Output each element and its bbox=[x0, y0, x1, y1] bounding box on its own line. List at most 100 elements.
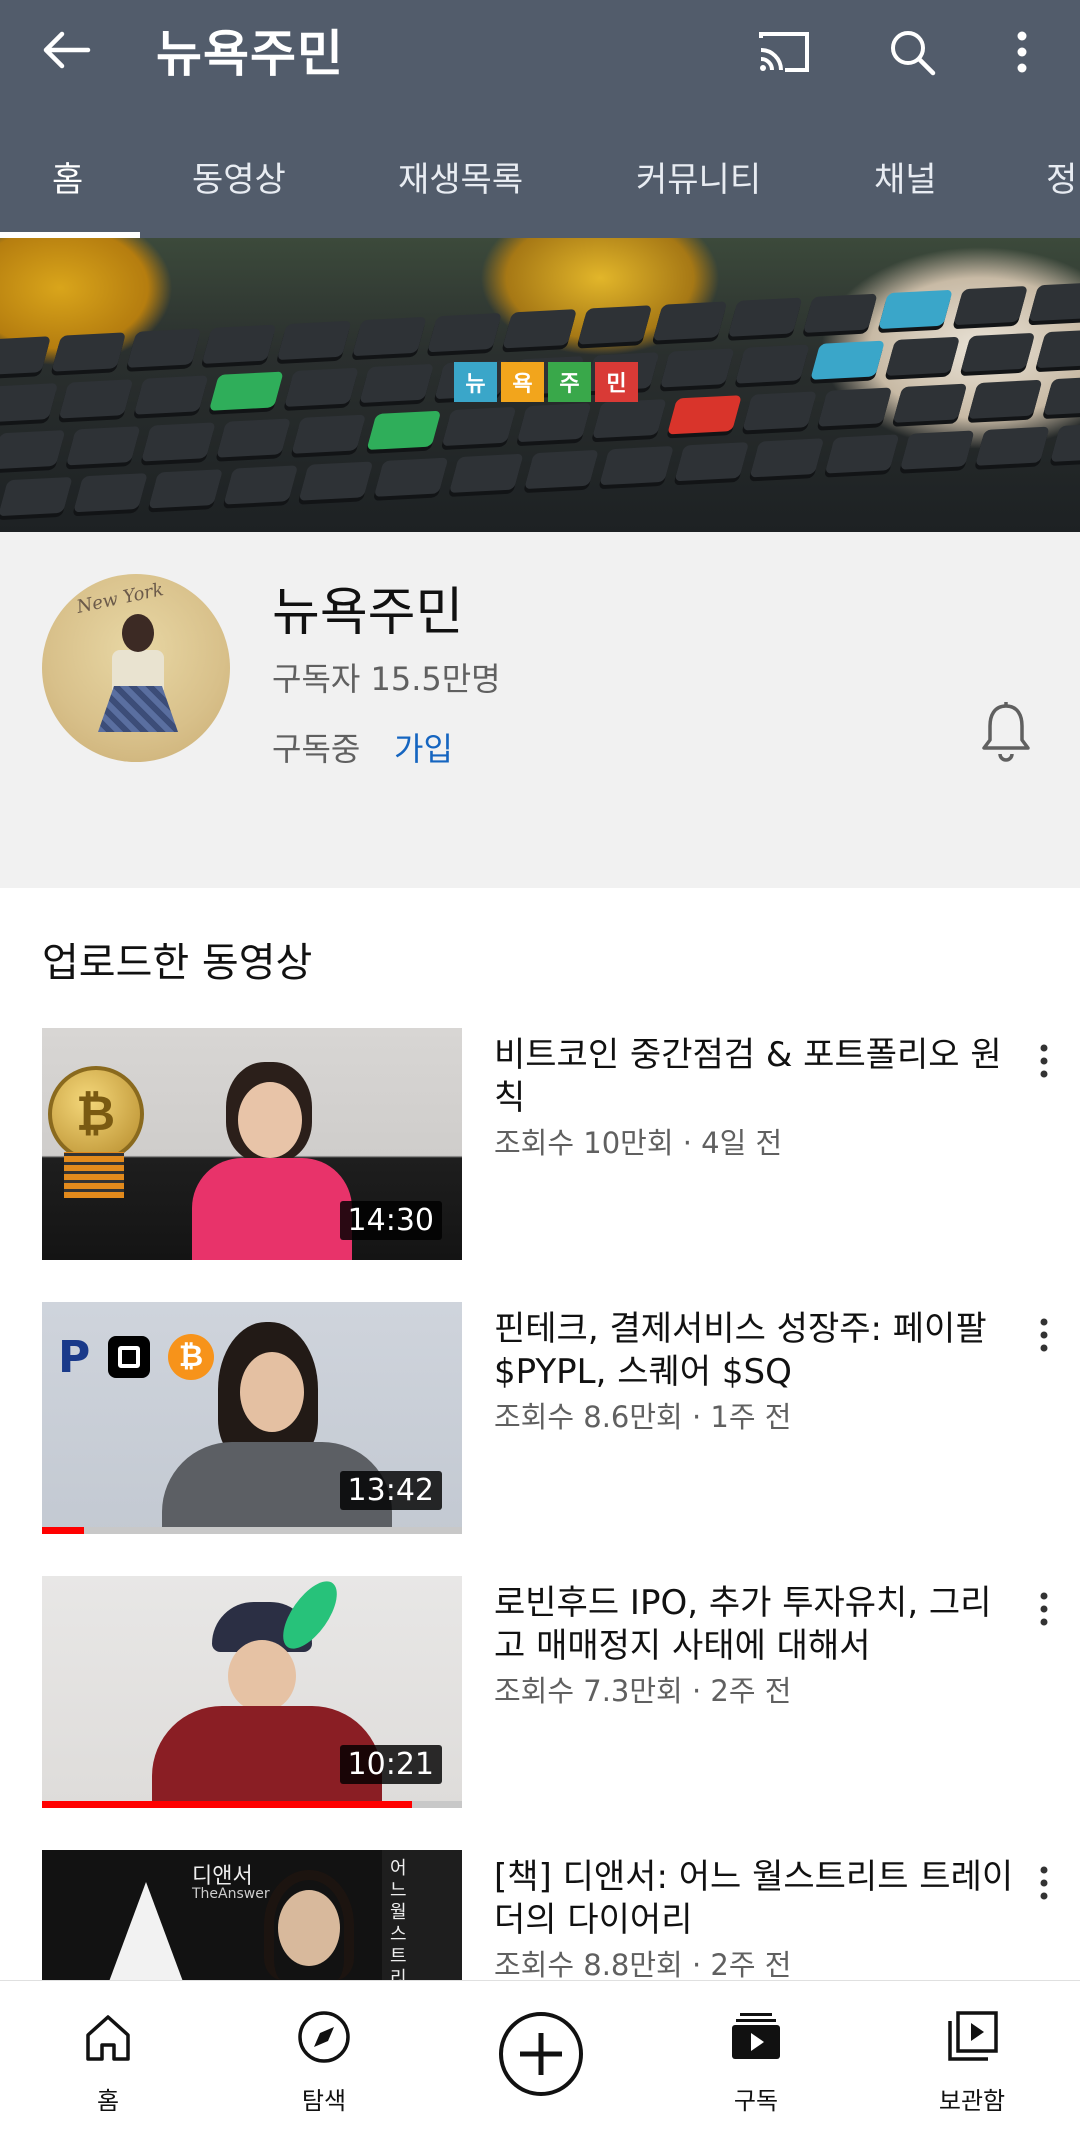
video-more-icon[interactable] bbox=[1024, 1034, 1064, 1088]
join-button[interactable]: 가입 bbox=[394, 724, 453, 770]
watch-progress-bar bbox=[42, 1527, 462, 1534]
bitcoin-logo: ₿ bbox=[168, 1334, 214, 1380]
keyboard-key bbox=[735, 344, 810, 384]
video-title[interactable]: 로빈후드 IPO, 추가 투자유치, 그리고 매매정지 사태에 대해서 bbox=[494, 1582, 1014, 1668]
avatar-figure-head bbox=[122, 614, 154, 652]
keyboard-key bbox=[284, 367, 359, 407]
library-icon bbox=[942, 2007, 1002, 2067]
tab-about[interactable]: 정 bbox=[1046, 152, 1077, 201]
uploads-section-title: 업로드한 동영상 bbox=[42, 940, 313, 986]
video-title[interactable]: 비트코인 중간점검 & 포트폴리오 원칙 bbox=[494, 1034, 1014, 1120]
video-thumbnail[interactable]: 10:21 bbox=[42, 1576, 462, 1808]
avatar[interactable]: New York bbox=[42, 574, 230, 762]
video-more-icon[interactable] bbox=[1024, 1856, 1064, 1910]
subscribed-status-button[interactable]: 구독중 bbox=[272, 724, 360, 770]
nav-create[interactable] bbox=[460, 1997, 620, 2107]
keyboard-key bbox=[201, 324, 277, 364]
video-more-icon[interactable] bbox=[1024, 1582, 1064, 1636]
back-arrow-icon[interactable] bbox=[40, 22, 110, 78]
subscriber-count: 구독자 15.5만명 bbox=[272, 660, 501, 698]
logo-tile: 주 bbox=[548, 362, 591, 402]
nav-label: 홈 bbox=[96, 2087, 120, 2115]
channel-banner: 뉴 욕 주 민 bbox=[0, 238, 1080, 532]
keyboard-key bbox=[659, 348, 735, 388]
explore-icon bbox=[294, 2007, 354, 2067]
video-item[interactable]: P ₿ 13:42 핀테크, 결제서비스 성장주: 페이팔 $PYPL, 스퀘어… bbox=[0, 1302, 1080, 1534]
app-bar: 뉴욕주민 홈 동영상 재생목록 커뮤니티 채널 정 bbox=[0, 0, 1080, 238]
keyboard-key bbox=[824, 434, 900, 474]
keyboard-key bbox=[1035, 328, 1080, 369]
tab-home[interactable]: 홈 bbox=[52, 152, 83, 201]
keyboard-key bbox=[742, 391, 818, 431]
keyboard-key bbox=[351, 316, 427, 357]
keyboard-key bbox=[974, 426, 1050, 466]
keyboard-key bbox=[126, 328, 202, 368]
keyboard-key bbox=[953, 285, 1029, 326]
more-vert-icon[interactable] bbox=[990, 20, 1054, 84]
tab-videos[interactable]: 동영상 bbox=[192, 152, 286, 201]
tab-community[interactable]: 커뮤니티 bbox=[636, 152, 761, 201]
channel-name: 뉴욕주민 bbox=[272, 583, 464, 643]
keyboard-key bbox=[223, 465, 299, 505]
avatar-text: New York bbox=[74, 579, 166, 618]
keyboard-key bbox=[817, 387, 893, 427]
video-meta: 조회수 8.6만회 · 1주 전 bbox=[494, 1400, 792, 1434]
video-duration: 10:21 bbox=[339, 1745, 442, 1784]
keyboard-key bbox=[0, 476, 73, 517]
keyboard-key bbox=[810, 340, 885, 380]
keyboard-key bbox=[727, 297, 803, 337]
video-thumbnail[interactable]: ₿ 14:30 bbox=[42, 1028, 462, 1260]
search-icon[interactable] bbox=[880, 20, 944, 84]
logo-tile: 욕 bbox=[501, 362, 544, 402]
video-thumbnail[interactable]: P ₿ 13:42 bbox=[42, 1302, 462, 1534]
person-face bbox=[240, 1352, 304, 1432]
notification-bell-icon[interactable] bbox=[978, 700, 1034, 764]
logo-tile: 뉴 bbox=[454, 362, 497, 402]
channel-info: New York 뉴욕주민 구독자 15.5만명 구독중 가입 bbox=[0, 532, 1080, 888]
keyboard-key bbox=[298, 461, 374, 501]
keyboard-key bbox=[276, 320, 352, 361]
video-title[interactable]: [책] 디앤서: 어느 월스트리트 트레이더의 다이어리 bbox=[494, 1856, 1014, 1942]
video-item[interactable]: 10:21 로빈후드 IPO, 추가 투자유치, 그리고 매매정지 사태에 대해… bbox=[0, 1576, 1080, 1808]
video-item[interactable]: ₿ 14:30 비트코인 중간점검 & 포트폴리오 원칙 조회수 10만회 · … bbox=[0, 1028, 1080, 1260]
keyboard-key bbox=[599, 445, 675, 486]
cast-icon[interactable] bbox=[752, 20, 816, 84]
paypal-logo: P bbox=[58, 1332, 91, 1383]
keyboard-key bbox=[516, 402, 592, 443]
tab-playlists[interactable]: 재생목록 bbox=[398, 152, 523, 201]
keyboard-key bbox=[65, 426, 141, 466]
avatar-figure-skirt bbox=[98, 686, 178, 732]
keyboard-key bbox=[366, 410, 442, 450]
keyboard-key bbox=[674, 442, 750, 482]
person-hair bbox=[264, 1870, 354, 1980]
page-title: 뉴욕주민 bbox=[156, 25, 344, 83]
nav-home[interactable]: 홈 bbox=[28, 1997, 188, 2115]
keyboard-key bbox=[373, 457, 449, 497]
nav-explore[interactable]: 탐색 bbox=[244, 1997, 404, 2115]
nav-subscriptions[interactable]: 구독 bbox=[676, 1997, 836, 2115]
video-title[interactable]: 핀테크, 결제서비스 성장주: 페이팔 $PYPL, 스퀘어 $SQ bbox=[494, 1308, 1014, 1394]
bitcoin-coin-image: ₿ bbox=[48, 1066, 144, 1162]
keyboard-key bbox=[885, 336, 961, 376]
video-meta: 조회수 8.8만회 · 2주 전 bbox=[494, 1948, 792, 1982]
avatar-figure-body bbox=[112, 650, 164, 690]
keyboard-key bbox=[591, 399, 667, 439]
nav-label: 구독 bbox=[733, 2087, 779, 2115]
keyboard-key bbox=[448, 453, 524, 493]
video-duration: 14:30 bbox=[339, 1201, 442, 1240]
video-duration: 13:42 bbox=[339, 1471, 442, 1510]
keyboard-key bbox=[899, 430, 975, 470]
keyboard-key bbox=[51, 332, 127, 372]
nav-library[interactable]: 보관함 bbox=[892, 1997, 1052, 2115]
keyboard-key bbox=[427, 312, 502, 353]
keyboard-key bbox=[577, 305, 653, 345]
person-shirt bbox=[192, 1158, 352, 1260]
video-more-icon[interactable] bbox=[1024, 1308, 1064, 1362]
bottom-navigation: 홈 탐색 구독 보관함 bbox=[0, 1980, 1080, 2132]
watch-progress-bar bbox=[42, 1801, 462, 1808]
keyboard-key bbox=[58, 379, 134, 419]
keyboard-key bbox=[1042, 375, 1080, 416]
tab-channels[interactable]: 채널 bbox=[874, 152, 937, 201]
keyboard-key bbox=[502, 309, 578, 349]
video-meta: 조회수 10만회 · 4일 전 bbox=[494, 1126, 783, 1160]
